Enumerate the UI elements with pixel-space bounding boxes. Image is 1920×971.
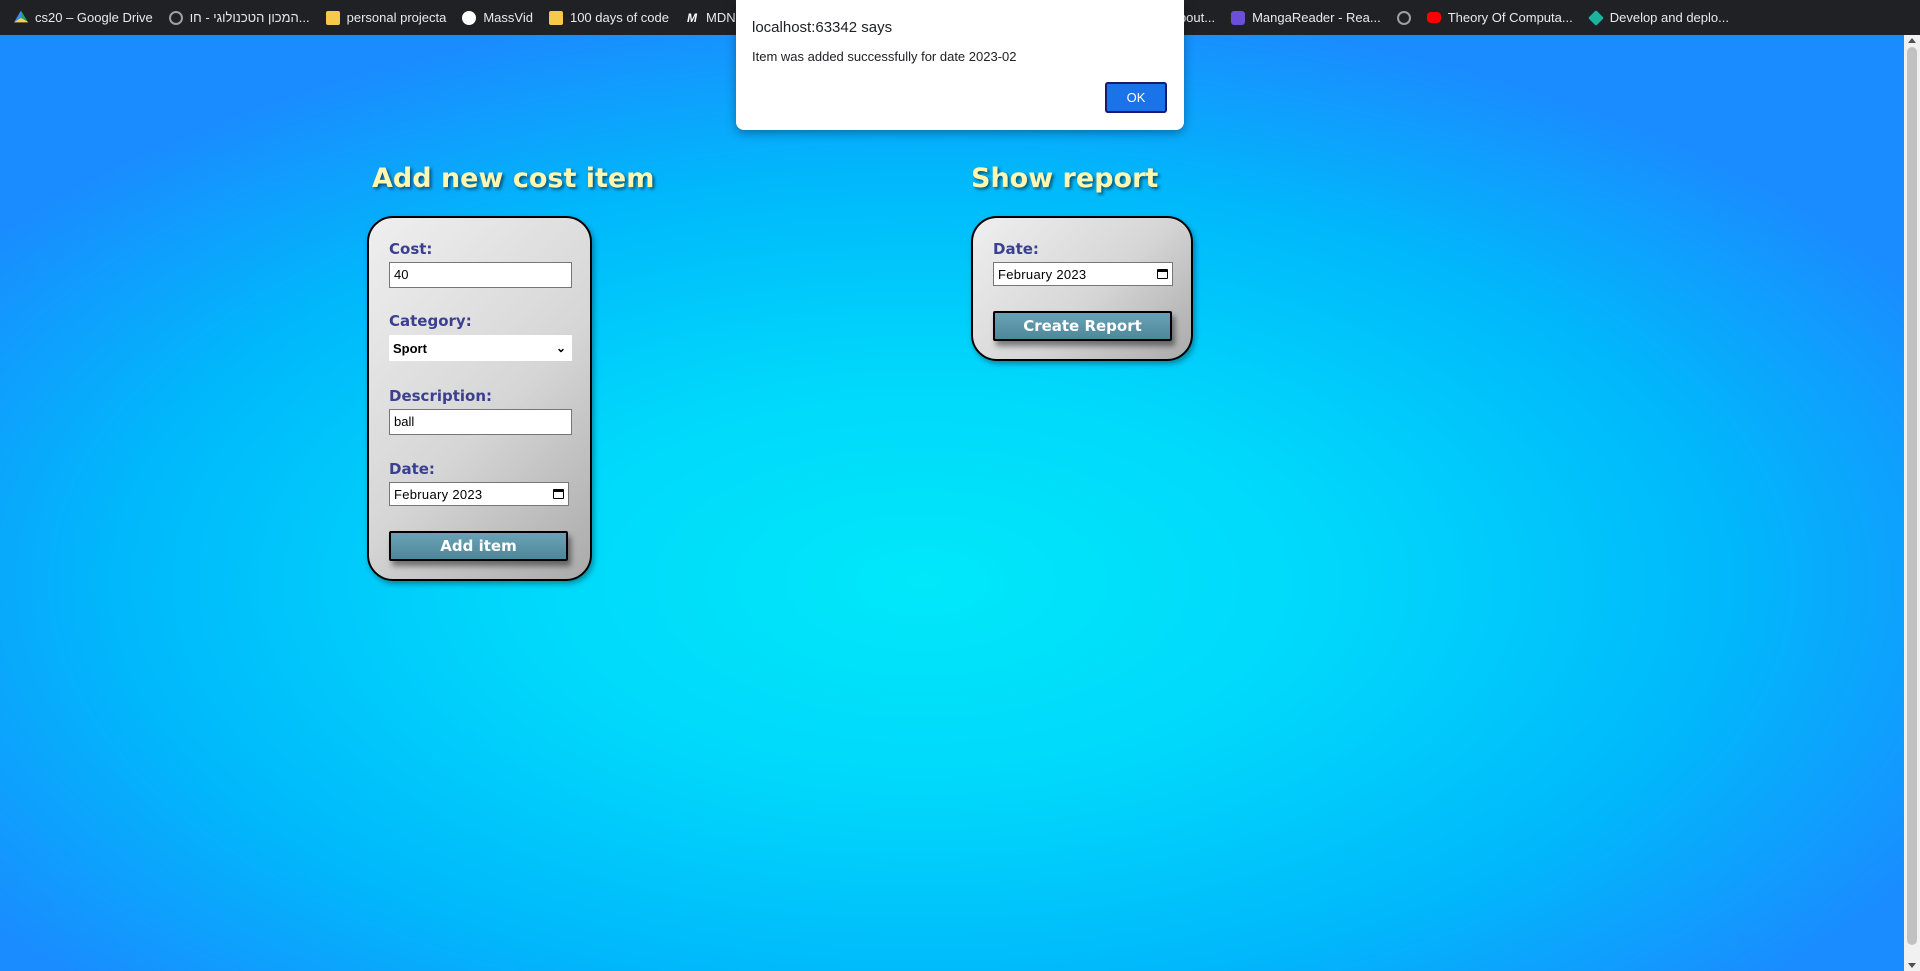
develop-icon xyxy=(1587,9,1604,26)
scrollbar-thumb[interactable] xyxy=(1907,47,1917,945)
cost-label: Cost: xyxy=(389,240,433,258)
add-item-button[interactable]: Add item xyxy=(389,531,568,561)
google-drive-icon xyxy=(14,10,28,23)
create-report-button[interactable]: Create Report xyxy=(993,311,1172,341)
bookmark-technion[interactable]: המכון הטכנולוגי - חו... xyxy=(168,10,310,25)
bookmark-label: cs20 – Google Drive xyxy=(35,10,153,25)
add-item-title: Add new cost item xyxy=(372,163,655,194)
category-selected-value: Sport xyxy=(393,340,427,356)
date-value: February 2023 xyxy=(394,486,483,502)
bookmark-label: 100 days of code xyxy=(569,10,669,25)
bookmark-label: Theory Of Computa... xyxy=(1447,10,1573,25)
report-date-label: Date: xyxy=(993,240,1039,258)
massvid-icon xyxy=(462,10,477,25)
folder-icon xyxy=(548,10,563,25)
page-scrollbar[interactable] xyxy=(1904,35,1920,971)
mdn-icon: M xyxy=(687,10,697,25)
bookmark-massvid[interactable]: MassVid xyxy=(462,10,533,25)
bookmark-label: personal projecta xyxy=(346,10,447,25)
bookmark-develop-deploy[interactable]: Develop and deplo... xyxy=(1587,9,1729,26)
youtube-icon xyxy=(1426,12,1441,23)
folder-icon xyxy=(325,10,340,25)
bookmark-theory-of-computation[interactable]: Theory Of Computa... xyxy=(1426,10,1573,25)
bookmark-label: המכון הטכנולוגי - חו... xyxy=(189,10,310,25)
date-label: Date: xyxy=(389,460,435,478)
dialog-message: Item was added successfully for date 202… xyxy=(752,49,1017,64)
description-input[interactable]: ball xyxy=(389,409,572,435)
bookmark-label: MassVid xyxy=(483,10,533,25)
bookmark-mangareader[interactable]: MangaReader - Rea... xyxy=(1231,10,1381,25)
bookmark-label: MangaReader - Rea... xyxy=(1252,10,1381,25)
bookmark-100-days[interactable]: 100 days of code xyxy=(548,10,669,25)
bookmark-personal-projecta[interactable]: personal projecta xyxy=(325,10,447,25)
bookmark-google-drive[interactable]: cs20 – Google Drive xyxy=(14,10,153,25)
description-label: Description: xyxy=(389,387,493,405)
alert-dialog: localhost:63342 says Item was added succ… xyxy=(736,0,1184,130)
mangareader-icon xyxy=(1231,10,1246,25)
show-report-title: Show report xyxy=(971,163,1159,194)
chevron-down-icon: ⌄ xyxy=(555,341,566,355)
category-select[interactable]: Sport ⌄ xyxy=(389,335,572,361)
report-date-input[interactable]: February 2023 xyxy=(993,262,1173,286)
cost-input[interactable]: 40 xyxy=(389,262,572,288)
scroll-down-icon[interactable] xyxy=(1908,963,1916,968)
ok-button[interactable]: OK xyxy=(1104,81,1168,114)
globe-icon xyxy=(1396,10,1411,25)
bookmark-label: Develop and deplo... xyxy=(1609,10,1729,25)
bookmark-globe[interactable] xyxy=(1396,10,1411,25)
category-label: Category: xyxy=(389,312,472,330)
calendar-icon[interactable] xyxy=(1157,269,1168,279)
globe-icon xyxy=(168,10,183,25)
add-item-form: Cost: 40 Category: Sport ⌄ Description: … xyxy=(367,216,592,581)
report-date-value: February 2023 xyxy=(998,266,1087,282)
scroll-up-icon[interactable] xyxy=(1908,38,1916,43)
date-input[interactable]: February 2023 xyxy=(389,482,569,506)
dialog-title: localhost:63342 says xyxy=(752,19,893,36)
calendar-icon[interactable] xyxy=(553,489,564,499)
report-form: Date: February 2023 Create Report xyxy=(971,216,1193,361)
